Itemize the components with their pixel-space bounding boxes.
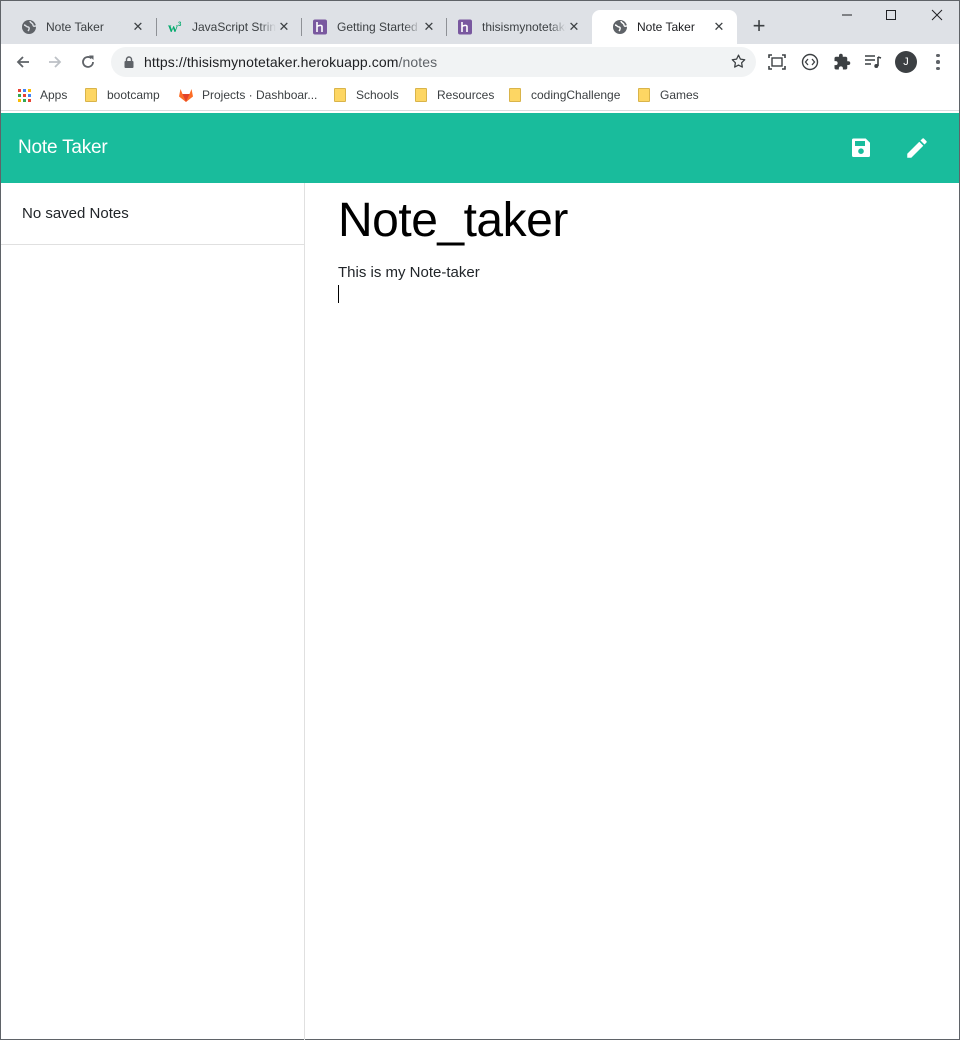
note-title-input[interactable] — [338, 193, 938, 248]
bookmark-schools[interactable]: Schools — [332, 85, 399, 105]
tab-getting-started[interactable]: Getting Started ✕ — [292, 10, 447, 44]
w3schools-icon: w3 — [167, 19, 183, 35]
lock-icon — [122, 56, 136, 68]
folder-icon — [332, 87, 348, 103]
folder-icon — [636, 87, 652, 103]
maximize-window-button[interactable] — [879, 5, 903, 25]
code-extension-icon[interactable] — [800, 52, 820, 72]
note-body-textarea[interactable]: This is my Note-taker — [338, 263, 938, 283]
save-note-button[interactable] — [846, 133, 876, 163]
tab-title: JavaScript String — [192, 20, 276, 34]
tab-note-taker-active[interactable]: Note Taker ✕ — [592, 10, 737, 44]
arrow-left-icon — [16, 56, 29, 68]
tab-javascript-string[interactable]: w3 JavaScript String ✕ — [147, 10, 302, 44]
bookmark-label: bootcamp — [107, 88, 160, 102]
minimize-window-button[interactable] — [835, 5, 859, 25]
bookmark-bootcamp[interactable]: bootcamp — [83, 85, 160, 105]
text-caret — [338, 285, 339, 303]
save-icon — [852, 138, 870, 157]
bookmark-apps[interactable]: Apps — [16, 85, 67, 105]
bookmark-label: codingChallenge — [531, 88, 621, 102]
bookmark-label: Apps — [40, 88, 68, 102]
tab-title: Note Taker — [637, 20, 695, 34]
bookmark-label: Resources — [437, 88, 495, 102]
heroku-icon — [457, 19, 473, 35]
browser-toolbar: https://thisismynotetaker.herokuapp.com/… — [1, 44, 959, 80]
bookmark-star-icon[interactable] — [730, 53, 747, 73]
bookmark-games[interactable]: Games — [636, 85, 699, 105]
address-bar[interactable]: https://thisismynotetaker.herokuapp.com/… — [111, 47, 756, 77]
screenshot-extension-icon[interactable] — [767, 52, 787, 72]
app-brand[interactable]: Note Taker — [18, 137, 108, 159]
empty-notes-message: No saved Notes — [1, 183, 304, 245]
bookmark-resources[interactable]: Resources — [413, 85, 494, 105]
browser-menu-icon[interactable] — [929, 52, 947, 72]
folder-icon — [507, 87, 523, 103]
puzzle-extensions-icon[interactable] — [832, 52, 852, 72]
gitlab-icon — [178, 87, 194, 103]
browser-tab-strip: Note Taker ✕ w3 JavaScript String ✕ Gett… — [1, 1, 959, 44]
svg-text:3: 3 — [178, 22, 182, 28]
folder-icon — [413, 87, 429, 103]
arrow-right-icon — [49, 56, 62, 68]
globe-icon — [612, 19, 628, 35]
tab-close-icon[interactable]: ✕ — [130, 19, 146, 35]
tab-title: Getting Started — [337, 20, 418, 34]
new-note-button[interactable] — [902, 133, 932, 163]
tab-title: thisismynotetaker — [482, 20, 566, 34]
tab-thisismynotetaker[interactable]: thisismynotetaker ✕ — [437, 10, 592, 44]
back-button[interactable] — [10, 49, 36, 75]
profile-avatar[interactable]: J — [895, 51, 917, 73]
tab-close-icon[interactable]: ✕ — [566, 19, 582, 35]
globe-icon — [21, 19, 37, 35]
tab-close-icon[interactable]: ✕ — [421, 19, 437, 35]
media-queue-icon[interactable] — [863, 52, 883, 72]
reload-button[interactable] — [75, 49, 101, 75]
close-window-button[interactable] — [925, 5, 949, 25]
url-text: https://thisismynotetaker.herokuapp.com/… — [144, 54, 437, 70]
pencil-icon — [907, 138, 927, 158]
tab-note-taker-1[interactable]: Note Taker ✕ — [1, 10, 156, 44]
reload-icon — [82, 55, 94, 68]
tab-close-icon[interactable]: ✕ — [276, 19, 292, 35]
new-tab-button[interactable]: + — [748, 13, 770, 38]
tab-title: Note Taker — [46, 20, 104, 34]
tab-close-icon[interactable]: ✕ — [711, 19, 727, 35]
url-host: https://thisismynotetaker.herokuapp.com — [144, 54, 399, 70]
bookmark-label: Games — [660, 88, 699, 102]
folder-icon — [83, 87, 99, 103]
forward-button[interactable] — [42, 49, 68, 75]
url-path: /notes — [398, 54, 438, 70]
bookmarks-bar: Apps bootcamp Projects · Dashboar... Sch… — [1, 80, 959, 111]
app-navbar: Note Taker — [1, 113, 959, 183]
bookmark-label: Projects · Dashboar... — [202, 88, 318, 102]
heroku-icon — [312, 19, 328, 35]
apps-grid-icon — [16, 87, 32, 103]
bookmark-codingchallenge[interactable]: codingChallenge — [507, 85, 620, 105]
note-editor: This is my Note-taker — [306, 183, 959, 1040]
bookmark-label: Schools — [356, 88, 399, 102]
notes-list-sidebar: No saved Notes — [1, 183, 305, 1040]
bookmark-projects-dashboard[interactable]: Projects · Dashboar... — [178, 85, 317, 105]
